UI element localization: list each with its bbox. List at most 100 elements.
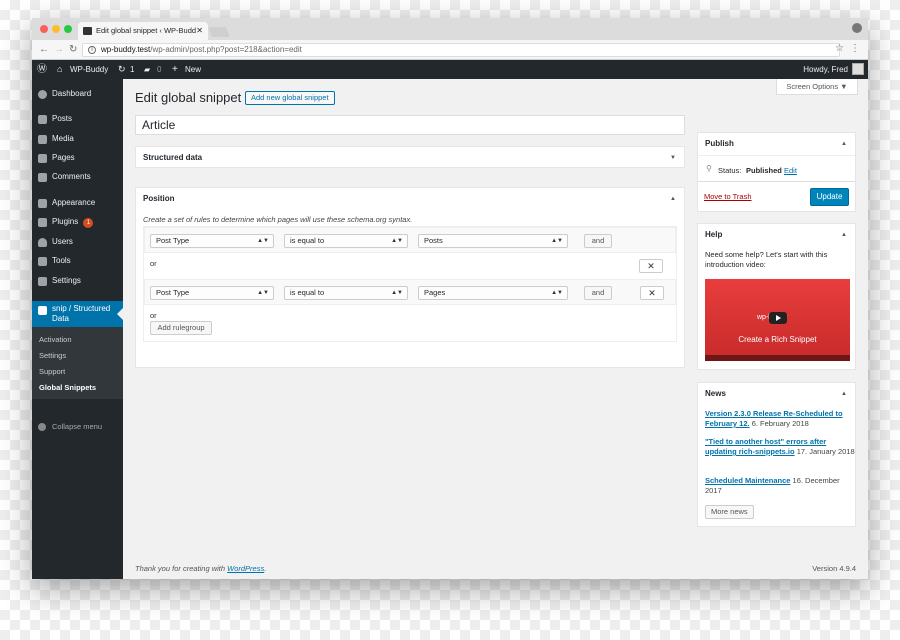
sidebar-item-users[interactable]: Users: [32, 233, 123, 251]
rule-operator-select[interactable]: is equal to ▲▼: [284, 286, 408, 300]
sidebar-item-media[interactable]: Media: [32, 130, 123, 148]
pin-icon: [38, 115, 47, 124]
position-box: Position ▲ Create a set of rules to dete…: [135, 187, 685, 368]
sidebar-item-posts[interactable]: Posts: [32, 110, 123, 128]
close-window-dot[interactable]: [40, 25, 48, 33]
sidebar-item-label: Posts: [52, 114, 73, 123]
and-button[interactable]: and: [584, 286, 612, 300]
minimize-window-dot[interactable]: [52, 25, 60, 33]
collapse-menu-button[interactable]: Collapse menu: [32, 420, 123, 434]
and-button[interactable]: and: [584, 234, 612, 248]
add-rulegroup-button[interactable]: Add rulegroup: [150, 321, 212, 335]
new-content-link[interactable]: New: [185, 60, 201, 79]
position-title[interactable]: Position: [143, 188, 175, 210]
url-input[interactable]: i wp-buddy.test/wp-admin/post.php?post=2…: [82, 43, 840, 57]
close-tab-icon[interactable]: ✕: [196, 22, 203, 40]
updates-count[interactable]: 1: [130, 60, 134, 79]
rule-param-value: Post Type: [156, 236, 190, 245]
structured-data-box: Structured data ▼: [135, 146, 685, 168]
plus-icon[interactable]: +: [172, 60, 178, 79]
submenu-global-snippets[interactable]: Global Snippets: [39, 383, 96, 392]
collapse-up-icon[interactable]: ▲: [841, 383, 847, 405]
select-arrows-icon: ▲▼: [391, 290, 403, 296]
profile-icon[interactable]: [852, 23, 862, 33]
rule-value-select[interactable]: Posts ▲▼: [418, 234, 568, 248]
rule-value-select[interactable]: Pages ▲▼: [418, 286, 568, 300]
sidebar-item-tools[interactable]: Tools: [32, 252, 123, 270]
maximize-window-dot[interactable]: [64, 25, 72, 33]
expand-down-icon[interactable]: ▼: [670, 147, 676, 169]
rule-operator-value: is equal to: [290, 236, 325, 245]
sidebar-item-label: Settings: [52, 276, 81, 285]
sidebar-item-dashboard[interactable]: Dashboard: [32, 85, 123, 103]
comments-icon[interactable]: ▰: [144, 60, 150, 79]
plug-icon: [38, 218, 47, 227]
rule-param-select[interactable]: Post Type ▲▼: [150, 286, 274, 300]
collapse-up-icon[interactable]: ▲: [841, 224, 847, 246]
howdy-link[interactable]: Howdy, Fred: [803, 60, 848, 79]
move-to-trash-link[interactable]: Move to Trash: [704, 192, 752, 201]
intro-video[interactable]: wp-buddy Create a Rich Snippet: [705, 279, 850, 361]
browser-tab[interactable]: Edit global snippet ‹ WP-Budd ✕: [78, 22, 208, 40]
update-button[interactable]: Update: [810, 188, 849, 206]
publish-title[interactable]: Publish: [705, 133, 734, 155]
post-title-input[interactable]: Article: [135, 115, 685, 135]
reload-icon[interactable]: ↻: [69, 43, 77, 57]
collapse-up-icon[interactable]: ▲: [670, 188, 676, 210]
news-title[interactable]: News: [705, 383, 726, 405]
news-link[interactable]: Scheduled Maintenance: [705, 476, 790, 485]
sidebar-active-label-line2: Data: [52, 314, 69, 323]
footer-thanks-text: Thank you for creating with: [135, 564, 228, 573]
user-icon: [38, 238, 47, 247]
bookmark-star-icon[interactable]: ☆: [835, 43, 844, 54]
add-new-global-snippet-button[interactable]: Add new global snippet: [245, 91, 335, 105]
sidebar-item-settings[interactable]: Settings: [32, 272, 123, 290]
wordpress-logo-icon[interactable]: Ⓦ: [37, 60, 47, 79]
more-news-button[interactable]: More news: [705, 505, 754, 519]
select-arrows-icon: ▲▼: [391, 238, 403, 244]
sidebar-item-comments[interactable]: Comments: [32, 168, 123, 186]
sidebar-item-snip[interactable]: snip / Structured Data: [32, 301, 123, 327]
sidebar-item-appearance[interactable]: Appearance: [32, 194, 123, 212]
plugins-update-badge: 1: [83, 218, 94, 228]
collapse-up-icon[interactable]: ▲: [841, 133, 847, 155]
browser-menu-icon[interactable]: ⋮: [850, 43, 860, 54]
avatar[interactable]: [852, 63, 864, 75]
wrench-icon: [38, 257, 47, 266]
media-icon: [38, 135, 47, 144]
position-description: Create a set of rules to determine which…: [143, 215, 413, 224]
video-title: Create a Rich Snippet: [738, 335, 817, 344]
site-name-link[interactable]: WP-Buddy: [70, 60, 108, 79]
wordpress-link[interactable]: WordPress: [227, 564, 264, 573]
status-edit-link[interactable]: Edit: [784, 166, 797, 175]
info-icon[interactable]: i: [88, 46, 96, 54]
back-icon[interactable]: ←: [39, 43, 49, 57]
comments-count[interactable]: 0: [157, 60, 161, 79]
play-icon[interactable]: [769, 312, 787, 324]
forward-icon[interactable]: →: [54, 43, 64, 57]
submenu-settings[interactable]: Settings: [39, 351, 66, 360]
structured-data-title[interactable]: Structured data: [143, 147, 202, 169]
rule-row: Post Type ▲▼ is equal to ▲▼ Pages ▲▼ and ✕: [144, 279, 676, 305]
help-box: Help ▲ Need some help? Let's start with …: [697, 223, 856, 370]
video-controls[interactable]: [705, 355, 850, 361]
help-title[interactable]: Help: [705, 224, 722, 246]
submenu-support[interactable]: Support: [39, 367, 65, 376]
updates-icon[interactable]: ↻: [118, 60, 126, 79]
remove-rule-button[interactable]: ✕: [640, 286, 664, 300]
rule-operator-select[interactable]: is equal to ▲▼: [284, 234, 408, 248]
sidebar-item-label: Appearance: [52, 198, 96, 207]
rule-param-select[interactable]: Post Type ▲▼: [150, 234, 274, 248]
dashboard-icon: [38, 90, 47, 99]
screen-options-button[interactable]: Screen Options ▼: [776, 79, 858, 95]
help-text: Need some help? Let's start with this in…: [705, 250, 828, 269]
sidebar-item-plugins[interactable]: Plugins 1: [32, 213, 123, 231]
remove-rule-button[interactable]: ✕: [639, 259, 663, 273]
sidebar-item-pages[interactable]: Pages: [32, 149, 123, 167]
submenu-activation[interactable]: Activation: [39, 335, 72, 344]
new-tab-button[interactable]: [208, 27, 230, 37]
page-title: Edit global snippet: [135, 90, 242, 105]
comments-icon: [38, 173, 47, 182]
home-icon[interactable]: ⌂: [57, 60, 62, 79]
sidebar-item-label: Dashboard: [52, 89, 92, 98]
